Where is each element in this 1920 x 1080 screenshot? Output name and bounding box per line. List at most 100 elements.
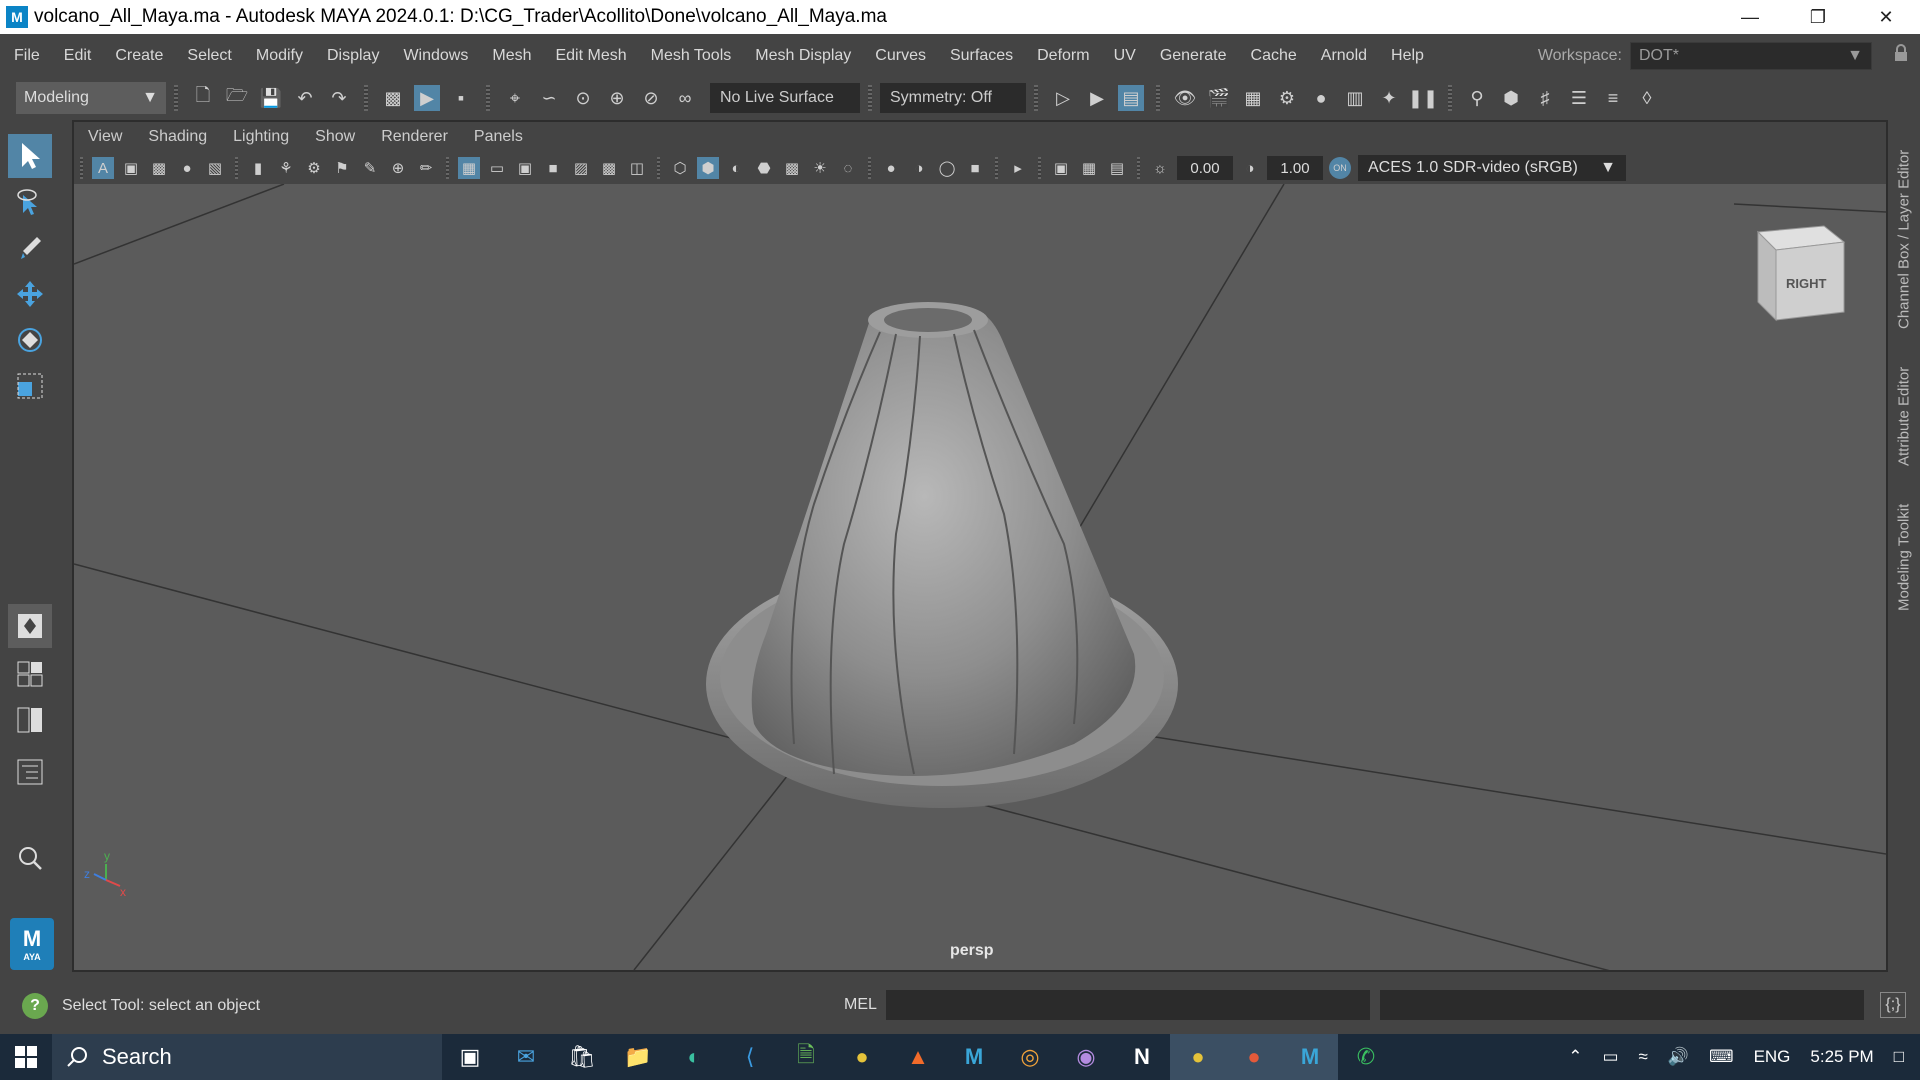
mel-command-input[interactable] — [886, 990, 1370, 1020]
input-ops-icon[interactable]: ▷ — [1050, 85, 1076, 111]
exposure-field[interactable]: 0.00 — [1177, 156, 1233, 180]
task-view-icon[interactable]: ▣ — [442, 1034, 498, 1080]
image-plane-icon[interactable]: ● — [176, 157, 198, 179]
workspace-select[interactable]: DOT* ▼ — [1630, 42, 1872, 70]
tab-attribute-editor[interactable]: Attribute Editor — [1888, 356, 1920, 476]
channel-box-icon[interactable]: ◊ — [1634, 85, 1660, 111]
battery-icon[interactable]: ▭ — [1602, 1047, 1618, 1067]
modeling-toolkit-icon[interactable]: ⚲ — [1464, 85, 1490, 111]
menu-generate[interactable]: Generate — [1148, 34, 1239, 78]
tab-modeling-toolkit[interactable]: Modeling Toolkit — [1888, 492, 1920, 622]
all-lights-icon[interactable]: ☀ — [809, 157, 831, 179]
smooth-shade-icon[interactable]: ⬢ — [697, 157, 719, 179]
menu-cache[interactable]: Cache — [1239, 34, 1309, 78]
viewport-menu-shading[interactable]: Shading — [135, 128, 220, 146]
render-view-icon[interactable]: 👁 — [1172, 85, 1198, 111]
menu-curves[interactable]: Curves — [863, 34, 938, 78]
pivot-icon[interactable]: ⊕ — [387, 157, 409, 179]
scale-tool-icon[interactable] — [8, 364, 52, 408]
maya-m-icon[interactable]: M — [946, 1034, 1002, 1080]
clock[interactable]: 5:25 PM — [1810, 1047, 1873, 1067]
taskbar-search[interactable]: Search — [52, 1034, 442, 1080]
wifi-icon[interactable]: ≈ — [1639, 1047, 1648, 1067]
bookmark-icon[interactable]: ▩ — [148, 157, 170, 179]
menu-help[interactable]: Help — [1379, 34, 1436, 78]
vscode-icon[interactable]: ⟨ — [722, 1034, 778, 1080]
camera-pan-icon[interactable]: ⚙ — [303, 157, 325, 179]
minimize-icon[interactable]: — — [1716, 0, 1784, 34]
snap-point-icon[interactable]: ⊙ — [570, 85, 596, 111]
notifications-icon[interactable]: □ — [1894, 1047, 1904, 1067]
resolution-gate-icon[interactable]: ▣ — [514, 157, 536, 179]
pencil-icon[interactable]: ✏ — [415, 157, 437, 179]
xray-joints-icon[interactable]: ▦ — [1078, 157, 1100, 179]
color-management-icon[interactable]: ON — [1329, 157, 1351, 179]
viewport-menu-lighting[interactable]: Lighting — [220, 128, 302, 146]
save-scene-icon[interactable]: 💾 — [258, 85, 284, 111]
depth-of-field-icon[interactable]: ■ — [964, 157, 986, 179]
single-perspective-layout-icon[interactable] — [8, 604, 52, 648]
gate-mask-icon[interactable]: ■ — [542, 157, 564, 179]
viewport-panel[interactable]: View Shading Lighting Show Renderer Pane… — [72, 120, 1888, 1045]
menu-mesh-tools[interactable]: Mesh Tools — [639, 34, 744, 78]
file-explorer-icon[interactable]: 📁 — [610, 1034, 666, 1080]
two-view-layout-icon[interactable] — [8, 698, 52, 742]
viewport-menu-renderer[interactable]: Renderer — [368, 128, 461, 146]
select-tool-icon[interactable] — [8, 134, 52, 178]
render-sequence-icon[interactable]: ▥ — [1342, 85, 1368, 111]
menu-uv[interactable]: UV — [1102, 34, 1148, 78]
chevron-up-icon[interactable]: ⌃ — [1568, 1047, 1582, 1067]
textured-icon[interactable]: ⬣ — [753, 157, 775, 179]
paint-select-tool-icon[interactable] — [8, 226, 52, 270]
chrome-profile-icon[interactable]: ● — [1226, 1034, 1282, 1080]
viewport-scene[interactable]: y z x RIGHT persp — [73, 183, 1887, 1045]
shadows-icon[interactable]: ◌ — [837, 157, 859, 179]
gamma-field[interactable]: 1.00 — [1267, 156, 1323, 180]
viewport-menu-show[interactable]: Show — [302, 128, 368, 146]
xray-icon[interactable]: ▣ — [1050, 157, 1072, 179]
outliner-icon[interactable]: ☰ — [1566, 85, 1592, 111]
checker-icon[interactable]: ▩ — [781, 157, 803, 179]
rotate-tool-icon[interactable] — [8, 318, 52, 362]
isolate-select-icon[interactable]: ▸ — [1007, 157, 1029, 179]
notepad-icon[interactable]: 🗎 — [778, 1034, 834, 1080]
pause-icon[interactable]: ❚❚ — [1408, 85, 1438, 111]
menu-windows[interactable]: Windows — [391, 34, 480, 78]
snap-surface-icon[interactable]: ⊘ — [638, 85, 664, 111]
notion-icon[interactable]: N — [1114, 1034, 1170, 1080]
windows-start-icon[interactable] — [0, 1034, 52, 1080]
output-ops-icon[interactable]: ▶ — [1084, 85, 1110, 111]
select-component-icon[interactable]: ▪ — [448, 85, 474, 111]
object-icon[interactable]: ⬢ — [1498, 85, 1524, 111]
whatsapp-icon[interactable]: ✆ — [1338, 1034, 1394, 1080]
field-chart-icon[interactable]: ▨ — [570, 157, 592, 179]
snap-curve-icon[interactable]: ∽ — [536, 85, 562, 111]
tab-channel-box[interactable]: Channel Box / Layer Editor — [1888, 134, 1920, 344]
menu-deform[interactable]: Deform — [1025, 34, 1101, 78]
menu-select[interactable]: Select — [175, 34, 243, 78]
render-settings-icon[interactable]: ⚙ — [1274, 85, 1300, 111]
menu-create[interactable]: Create — [103, 34, 175, 78]
close-icon[interactable]: ✕ — [1852, 0, 1920, 34]
camera-attributes-icon[interactable]: ▣ — [120, 157, 142, 179]
xray-components-icon[interactable]: ▤ — [1106, 157, 1128, 179]
github-icon[interactable]: ◉ — [1058, 1034, 1114, 1080]
menu-set-select[interactable]: Modeling ▼ — [16, 82, 166, 114]
lock-icon[interactable] — [1894, 44, 1908, 62]
search-icon[interactable] — [8, 836, 52, 880]
redo-icon[interactable]: ↷ — [326, 85, 352, 111]
undo-icon[interactable]: ↶ — [292, 85, 318, 111]
arnold-render-icon[interactable]: ✦ — [1376, 85, 1402, 111]
ipr-render-icon[interactable]: ▦ — [1240, 85, 1266, 111]
character-controls-icon[interactable]: ♯ — [1532, 85, 1558, 111]
menu-edit-mesh[interactable]: Edit Mesh — [543, 34, 638, 78]
edge-icon[interactable]: ◐ — [666, 1034, 722, 1080]
lasso-tool-icon[interactable] — [8, 180, 52, 224]
restore-icon[interactable]: ❐ — [1784, 0, 1852, 34]
menu-mesh-display[interactable]: Mesh Display — [743, 34, 863, 78]
snap-grid-icon[interactable]: ⌖ — [502, 85, 528, 111]
select-camera-icon[interactable]: A — [92, 157, 114, 179]
menu-arnold[interactable]: Arnold — [1309, 34, 1379, 78]
store-icon[interactable]: 🛍 — [554, 1034, 610, 1080]
chrome-icon[interactable]: ● — [834, 1034, 890, 1080]
